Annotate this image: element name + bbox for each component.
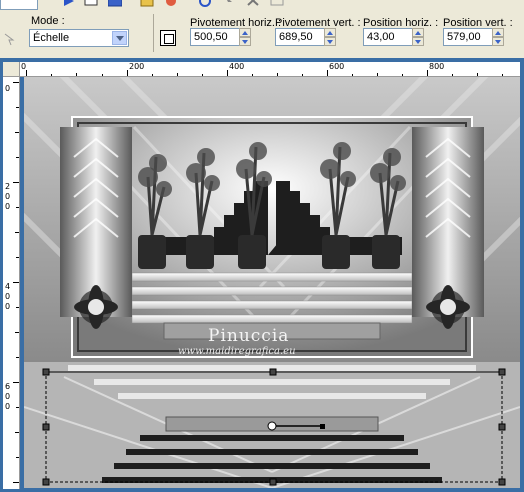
top-toolbar-strip bbox=[0, 0, 524, 10]
ruler-label: 0 bbox=[21, 62, 27, 71]
step-down-icon[interactable] bbox=[324, 37, 336, 46]
play-icon[interactable] bbox=[62, 0, 76, 8]
watermark-title: Pinuccia bbox=[208, 326, 290, 346]
step-up-icon[interactable] bbox=[492, 28, 504, 37]
reset-icon[interactable] bbox=[198, 0, 212, 8]
pivot-h-value: 500,50 bbox=[194, 31, 228, 43]
ruler-label: 0 bbox=[5, 84, 11, 93]
ruler-corner bbox=[3, 62, 20, 77]
mode-dropdown[interactable]: Échelle bbox=[29, 29, 129, 47]
ruler-label: 200 bbox=[129, 62, 145, 71]
close-icon[interactable] bbox=[246, 0, 260, 8]
pos-v-value: 579,00 bbox=[447, 31, 481, 43]
pos-v-stepper[interactable] bbox=[492, 28, 504, 46]
ruler-label: 4 0 0 bbox=[5, 282, 11, 311]
folder-icon[interactable] bbox=[140, 0, 154, 8]
selection-box-icon[interactable] bbox=[160, 30, 176, 46]
toolbar-separator bbox=[153, 14, 154, 52]
top-input-field[interactable] bbox=[0, 0, 38, 10]
image-artwork bbox=[24, 77, 520, 488]
mode-dropdown-value: Échelle bbox=[33, 32, 70, 44]
ruler-ticks bbox=[26, 70, 503, 76]
pivot-v-value: 689,50 bbox=[279, 31, 313, 43]
ruler-label: 600 bbox=[329, 62, 345, 71]
horizontal-ruler[interactable]: 0 200 400 600 800 bbox=[20, 62, 520, 77]
link-icon[interactable] bbox=[84, 0, 98, 8]
save-icon[interactable] bbox=[108, 0, 122, 8]
pivot-v-stepper[interactable] bbox=[324, 28, 336, 46]
step-up-icon[interactable] bbox=[412, 28, 424, 37]
ruler-label: 400 bbox=[229, 62, 245, 71]
cancel-icon[interactable] bbox=[164, 0, 178, 8]
pivot-h-stepper[interactable] bbox=[239, 28, 251, 46]
ruler-label: 2 0 0 bbox=[5, 182, 11, 211]
ruler-label: 800 bbox=[429, 62, 445, 71]
pick-icon[interactable] bbox=[222, 0, 236, 8]
image-canvas[interactable]: Pinuccia www.maidiregrafica.eu bbox=[24, 77, 520, 488]
step-down-icon[interactable] bbox=[492, 37, 504, 46]
pos-h-value: 43,00 bbox=[367, 31, 395, 43]
step-down-icon[interactable] bbox=[239, 37, 251, 46]
pick-tool-icon bbox=[4, 33, 15, 46]
step-up-icon[interactable] bbox=[324, 28, 336, 37]
chevron-down-icon[interactable] bbox=[112, 31, 127, 45]
grid-icon[interactable] bbox=[270, 0, 284, 8]
pos-h-stepper[interactable] bbox=[412, 28, 424, 46]
ruler-label: 6 0 0 bbox=[5, 382, 11, 411]
step-up-icon[interactable] bbox=[239, 28, 251, 37]
mode-label: Mode : bbox=[31, 15, 65, 27]
vertical-ruler[interactable]: 0 2 0 0 4 0 0 6 0 0 bbox=[3, 77, 20, 489]
tool-options-bar: Mode : Échelle Pivotement horiz. : 500,5… bbox=[0, 0, 524, 59]
step-down-icon[interactable] bbox=[412, 37, 424, 46]
watermark-url: www.maidiregrafica.eu bbox=[178, 346, 296, 357]
